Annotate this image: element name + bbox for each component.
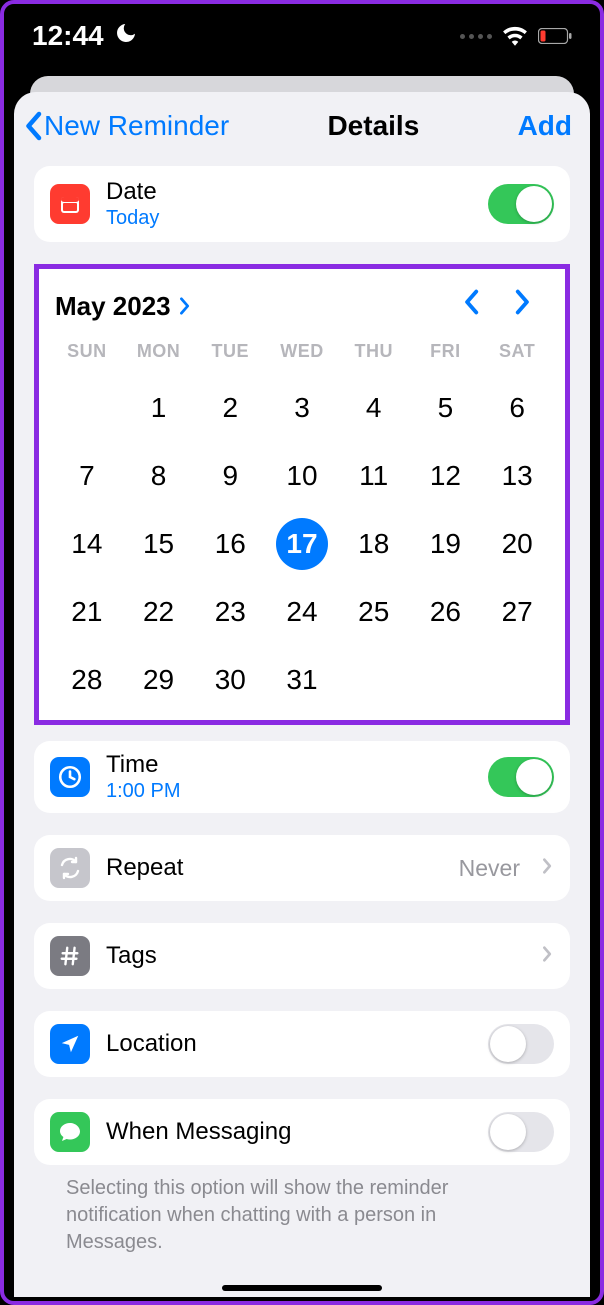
do-not-disturb-icon <box>114 21 138 52</box>
calendar-day[interactable]: 16 <box>194 510 266 578</box>
calendar-day[interactable]: 14 <box>51 510 123 578</box>
date-value: Today <box>106 207 472 230</box>
home-indicator[interactable] <box>222 1285 382 1291</box>
calendar-day[interactable]: 25 <box>338 578 410 646</box>
calendar-weekday: SUN <box>51 341 123 374</box>
repeat-value: Never <box>459 855 520 882</box>
time-label: Time <box>106 751 472 779</box>
calendar-day[interactable]: 28 <box>51 646 123 714</box>
cellular-dots-icon <box>460 34 492 39</box>
calendar-weekday: THU <box>338 341 410 374</box>
calendar-day[interactable]: 23 <box>194 578 266 646</box>
date-label: Date <box>106 178 472 206</box>
time-toggle[interactable] <box>488 757 554 797</box>
calendar-month-button[interactable]: May 2023 <box>55 291 191 322</box>
calendar-day[interactable]: 18 <box>338 510 410 578</box>
nav-bar: New Reminder Details Add <box>14 92 590 166</box>
calendar-day[interactable]: 12 <box>410 442 482 510</box>
chevron-right-icon <box>515 289 531 315</box>
calendar-day[interactable]: 27 <box>481 578 553 646</box>
chevron-right-icon <box>542 943 554 969</box>
calendar-weekday: WED <box>266 341 338 374</box>
calendar-day[interactable]: 17 <box>266 510 338 578</box>
calendar-day[interactable]: 30 <box>194 646 266 714</box>
back-label: New Reminder <box>44 110 229 142</box>
time-row[interactable]: Time 1:00 PM <box>34 741 570 813</box>
hash-icon <box>50 936 90 976</box>
calendar-empty <box>51 374 123 442</box>
calendar-day[interactable]: 11 <box>338 442 410 510</box>
calendar-day[interactable]: 15 <box>123 510 195 578</box>
calendar-day[interactable]: 29 <box>123 646 195 714</box>
wifi-icon <box>502 26 528 46</box>
location-toggle[interactable] <box>488 1024 554 1064</box>
repeat-icon <box>50 848 90 888</box>
calendar-weekday: MON <box>123 341 195 374</box>
status-left: 12:44 <box>32 20 138 52</box>
time-value: 1:00 PM <box>106 780 472 803</box>
messaging-label: When Messaging <box>106 1118 472 1146</box>
repeat-label: Repeat <box>106 854 443 882</box>
clock-icon <box>50 757 90 797</box>
chevron-right-icon <box>542 855 554 881</box>
calendar: May 2023 SUNMONTUEWEDTHUFRISAT1234567891… <box>34 264 570 725</box>
battery-icon <box>538 28 572 44</box>
tags-row[interactable]: Tags <box>34 923 570 989</box>
calendar-day[interactable]: 1 <box>123 374 195 442</box>
location-label: Location <box>106 1030 472 1058</box>
status-bar: 12:44 <box>4 4 600 68</box>
calendar-day[interactable]: 6 <box>481 374 553 442</box>
chevron-left-icon <box>463 289 479 315</box>
location-row[interactable]: Location <box>34 1011 570 1077</box>
date-toggle[interactable] <box>488 184 554 224</box>
add-button[interactable]: Add <box>518 110 572 142</box>
calendar-weekday: FRI <box>410 341 482 374</box>
chevron-right-icon <box>179 291 191 322</box>
calendar-day[interactable]: 3 <box>266 374 338 442</box>
date-row[interactable]: Date Today <box>34 166 570 242</box>
calendar-weekday: SAT <box>481 341 553 374</box>
calendar-day[interactable]: 7 <box>51 442 123 510</box>
messaging-row[interactable]: When Messaging <box>34 1099 570 1165</box>
status-right <box>460 26 572 46</box>
calendar-weekday: TUE <box>194 341 266 374</box>
details-sheet: New Reminder Details Add Date Today May … <box>14 92 590 1297</box>
chevron-left-icon <box>24 111 42 141</box>
messaging-toggle[interactable] <box>488 1112 554 1152</box>
calendar-icon <box>50 184 90 224</box>
calendar-day[interactable]: 31 <box>266 646 338 714</box>
message-icon <box>50 1112 90 1152</box>
calendar-day[interactable]: 2 <box>194 374 266 442</box>
calendar-day[interactable]: 26 <box>410 578 482 646</box>
tags-label: Tags <box>106 942 520 970</box>
calendar-month-label: May 2023 <box>55 291 171 322</box>
calendar-day[interactable]: 20 <box>481 510 553 578</box>
calendar-day[interactable]: 4 <box>338 374 410 442</box>
calendar-day[interactable]: 19 <box>410 510 482 578</box>
calendar-day[interactable]: 8 <box>123 442 195 510</box>
calendar-grid: SUNMONTUEWEDTHUFRISAT1234567891011121314… <box>51 341 553 714</box>
calendar-day[interactable]: 10 <box>266 442 338 510</box>
calendar-day[interactable]: 9 <box>194 442 266 510</box>
messaging-footer: Selecting this option will show the remi… <box>34 1175 570 1256</box>
status-time: 12:44 <box>32 20 104 52</box>
repeat-row[interactable]: Repeat Never <box>34 835 570 901</box>
calendar-day[interactable]: 5 <box>410 374 482 442</box>
calendar-day[interactable]: 13 <box>481 442 553 510</box>
location-icon <box>50 1024 90 1064</box>
page-title: Details <box>327 110 419 142</box>
calendar-prev-button[interactable] <box>445 289 497 323</box>
calendar-day[interactable]: 21 <box>51 578 123 646</box>
calendar-day[interactable]: 24 <box>266 578 338 646</box>
calendar-next-button[interactable] <box>497 289 549 323</box>
calendar-day[interactable]: 22 <box>123 578 195 646</box>
back-button[interactable]: New Reminder <box>24 110 229 142</box>
